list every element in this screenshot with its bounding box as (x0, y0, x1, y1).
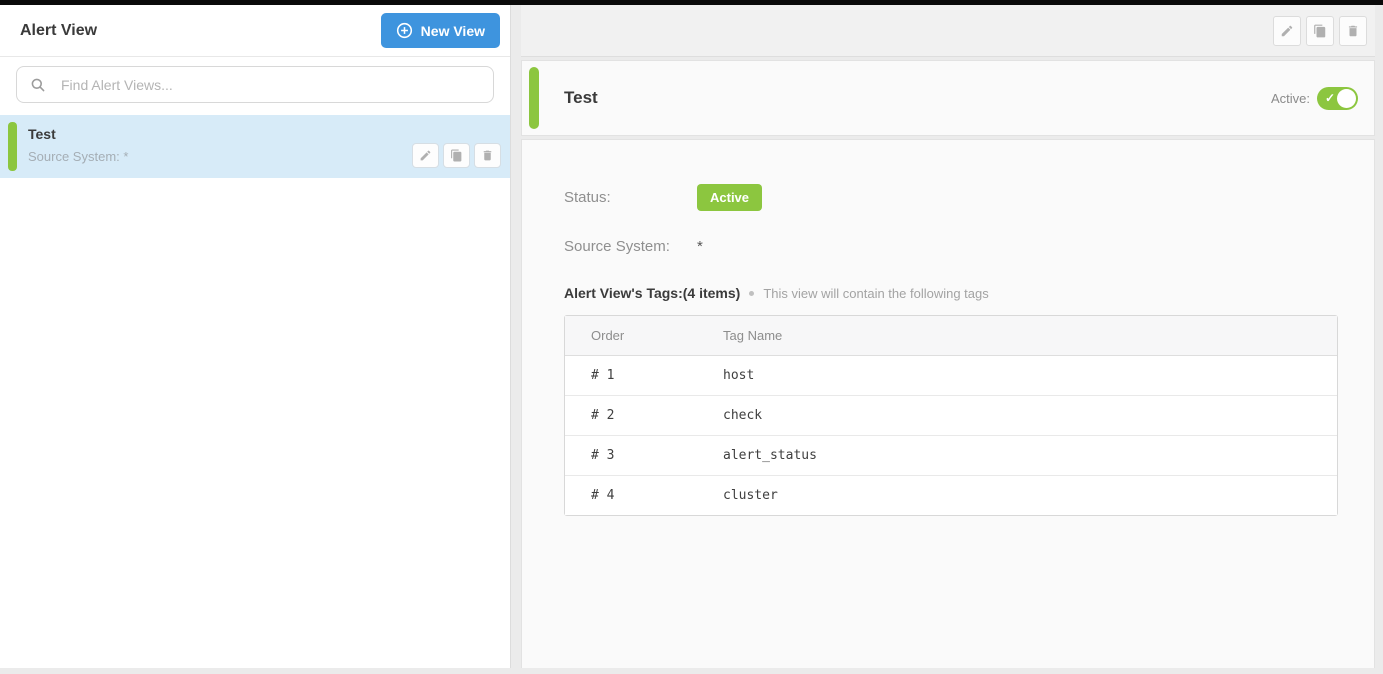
tags-table: Order Tag Name # 1host# 2check# 3alert_s… (564, 315, 1338, 516)
alert-view-list: Test Source System: * (0, 115, 510, 668)
copy-view-button[interactable] (1306, 16, 1334, 46)
active-control: Active: ✓ (1271, 87, 1358, 110)
tag-name-cell: alert_status (697, 436, 1337, 476)
detail-title: Test (564, 88, 598, 108)
table-row: # 1host (565, 356, 1337, 396)
plus-circle-icon (396, 22, 413, 39)
delete-view-button[interactable] (1339, 16, 1367, 46)
detail-panel: Test Active: ✓ Status: Active Source Sys… (521, 5, 1375, 668)
detail-body: Status: Active Source System: * Alert Vi… (521, 139, 1375, 668)
copy-button[interactable] (443, 143, 470, 168)
list-item-actions (412, 143, 501, 168)
tags-section-header: Alert View's Tags:(4 items) This view wi… (564, 285, 1338, 301)
trash-icon (1346, 24, 1360, 38)
tags-table-header: Order Tag Name (565, 316, 1337, 356)
dot-separator-icon (749, 291, 754, 296)
status-row: Status: Active (564, 184, 1338, 211)
detail-header-card: Test Active: ✓ (521, 60, 1375, 136)
order-column-header: Order (565, 316, 697, 356)
tag-name-cell: check (697, 396, 1337, 436)
edit-view-button[interactable] (1273, 16, 1301, 46)
new-view-button[interactable]: New View (381, 13, 500, 48)
source-system-row: Source System: * (564, 233, 1338, 259)
list-item-title: Test (28, 126, 500, 142)
checkmark-icon: ✓ (1325, 91, 1335, 105)
search-area (0, 57, 510, 115)
status-label: Status: (564, 189, 697, 206)
table-row: # 4cluster (565, 476, 1337, 515)
table-row: # 3alert_status (565, 436, 1337, 476)
tag-name-column-header: Tag Name (697, 316, 1337, 356)
edit-button[interactable] (412, 143, 439, 168)
selected-accent-bar (8, 122, 17, 171)
pencil-icon (419, 149, 432, 162)
order-cell: # 2 (565, 396, 697, 436)
status-badge: Active (697, 184, 762, 211)
tag-name-cell: cluster (697, 476, 1337, 515)
tags-section-title: Alert View's Tags:(4 items) (564, 285, 740, 301)
toggle-knob (1337, 89, 1356, 108)
sidebar-header: Alert View New View (0, 5, 510, 57)
search-icon (30, 77, 46, 93)
sidebar: Alert View New View (0, 5, 511, 668)
new-view-button-label: New View (421, 23, 485, 39)
search-input[interactable] (17, 67, 493, 102)
search-box (16, 66, 494, 103)
header-row: Order Tag Name (565, 316, 1337, 356)
active-label: Active: (1271, 91, 1310, 106)
table-row: # 2check (565, 396, 1337, 436)
pencil-icon (1280, 24, 1294, 38)
source-system-label: Source System: (564, 238, 697, 255)
copy-icon (1313, 24, 1327, 38)
order-cell: # 1 (565, 356, 697, 396)
page-title: Alert View (20, 22, 97, 40)
source-system-value: * (697, 238, 703, 255)
order-cell: # 4 (565, 476, 697, 515)
alert-view-app: Alert View New View (0, 5, 1383, 668)
tag-name-cell: host (697, 356, 1337, 396)
active-toggle[interactable]: ✓ (1317, 87, 1358, 110)
tags-section-hint: This view will contain the following tag… (763, 286, 988, 301)
delete-button[interactable] (474, 143, 501, 168)
order-cell: # 3 (565, 436, 697, 476)
tags-table-body: # 1host# 2check# 3alert_status# 4cluster (565, 356, 1337, 515)
list-item-test[interactable]: Test Source System: * (0, 115, 510, 178)
detail-accent-bar (529, 67, 539, 129)
copy-icon (450, 149, 463, 162)
trash-icon (481, 149, 494, 162)
detail-toolbar (521, 5, 1375, 57)
